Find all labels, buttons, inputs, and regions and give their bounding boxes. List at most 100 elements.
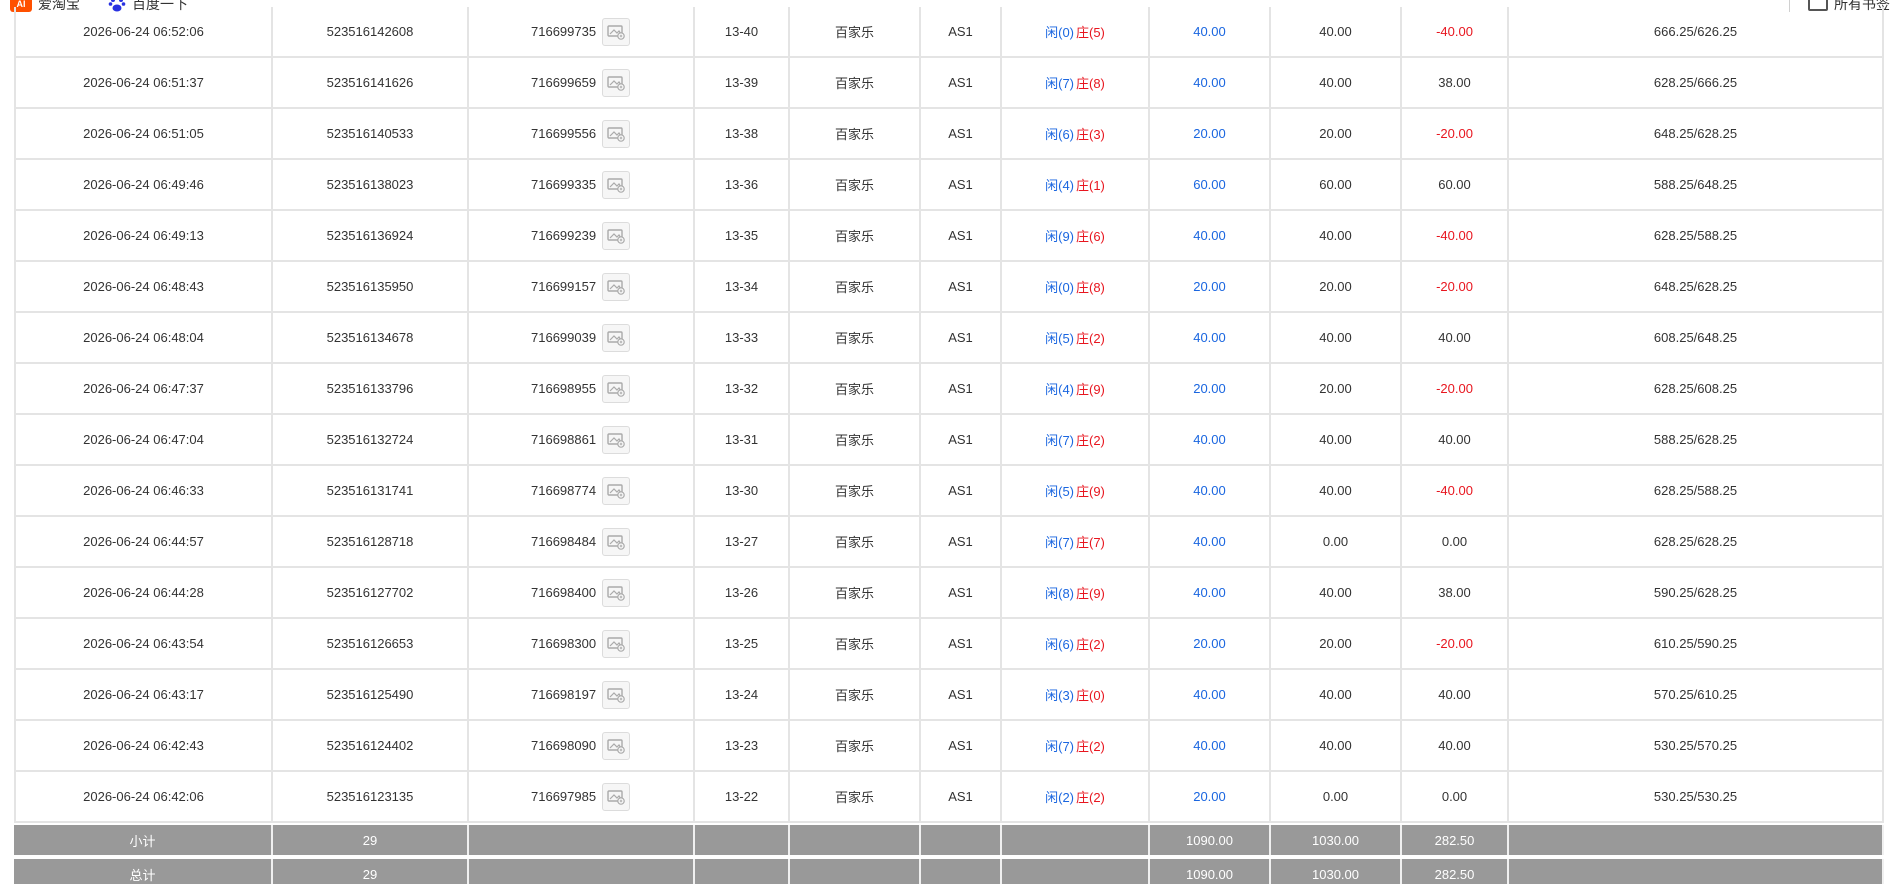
balance-cell: 530.25/570.25 <box>1509 721 1884 770</box>
table-cell: AS1 <box>921 7 1002 56</box>
banker-result: 庄(0) <box>1076 688 1105 703</box>
round-cell: 13-35 <box>695 211 790 260</box>
replay-screenshot-button[interactable] <box>602 221 631 250</box>
game-type-cell: 百家乐 <box>790 517 921 566</box>
replay-screenshot-button[interactable] <box>602 272 631 301</box>
replay-screenshot-button[interactable] <box>602 17 631 46</box>
replay-screenshot-button[interactable] <box>602 527 631 556</box>
banker-result: 庄(9) <box>1076 484 1105 499</box>
replay-screenshot-button[interactable] <box>602 782 631 811</box>
empty-cell <box>1002 859 1150 884</box>
replay-screenshot-button[interactable] <box>602 680 631 709</box>
empty-cell <box>469 825 695 855</box>
player-result: 闲(9) <box>1045 229 1074 244</box>
player-result: 闲(7) <box>1045 433 1074 448</box>
game-type-cell: 百家乐 <box>790 262 921 311</box>
balance-cell: 628.25/666.25 <box>1509 58 1884 107</box>
game-type-cell: 百家乐 <box>790 568 921 617</box>
table-cell: AS1 <box>921 517 1002 566</box>
replay-screenshot-button[interactable] <box>602 731 631 760</box>
order-number-cell: 523516123135 <box>273 772 469 821</box>
bet-amount-cell: 40.00 <box>1150 568 1271 617</box>
replay-screenshot-button[interactable] <box>602 374 631 403</box>
win-loss-cell: -40.00 <box>1402 466 1509 515</box>
total-row-label: 总计 <box>14 859 273 884</box>
table-cell: AS1 <box>921 415 1002 464</box>
replay-screenshot-button[interactable] <box>602 68 631 97</box>
banker-result: 庄(3) <box>1076 127 1105 142</box>
image-icon <box>607 585 625 601</box>
game-id: 716699335 <box>531 177 597 192</box>
table-row: 2026-06-24 06:51:37 523516141626 716699659… <box>14 58 1884 109</box>
replay-screenshot-button[interactable] <box>602 170 631 199</box>
empty-cell <box>790 859 921 884</box>
replay-screenshot-button[interactable] <box>602 476 631 505</box>
valid-bet-cell: 40.00 <box>1271 7 1402 56</box>
bet-amount-cell: 40.00 <box>1150 211 1271 260</box>
balance-cell: 530.25/530.25 <box>1509 772 1884 821</box>
replay-screenshot-button[interactable] <box>602 629 631 658</box>
total-row-count: 29 <box>273 859 469 884</box>
table-cell: AS1 <box>921 211 1002 260</box>
image-icon <box>607 483 625 499</box>
total-row: 总计 29 1090.00 1030.00 282.50 <box>14 859 1884 884</box>
image-icon <box>607 75 625 91</box>
round-cell: 13-24 <box>695 670 790 719</box>
win-loss-cell: 60.00 <box>1402 160 1509 209</box>
bet-time-cell: 2026-06-24 06:46:33 <box>14 466 273 515</box>
empty-cell <box>921 859 1002 884</box>
image-icon <box>607 330 625 346</box>
player-result: 闲(4) <box>1045 178 1074 193</box>
game-id-cell: 716699039 <box>469 313 695 362</box>
bet-amount-cell: 20.00 <box>1150 772 1271 821</box>
valid-bet-cell: 40.00 <box>1271 466 1402 515</box>
result-cell: 闲(0) 庄(8) <box>1002 262 1150 311</box>
replay-screenshot-button[interactable] <box>602 578 631 607</box>
game-type-cell: 百家乐 <box>790 364 921 413</box>
subtotal-row: 小计 29 1090.00 1030.00 282.50 <box>14 825 1884 855</box>
game-type-cell: 百家乐 <box>790 160 921 209</box>
banker-result: 庄(9) <box>1076 586 1105 601</box>
replay-screenshot-button[interactable] <box>602 425 631 454</box>
table-row: 2026-06-24 06:42:43 523516124402 716698090… <box>14 721 1884 772</box>
bet-time-cell: 2026-06-24 06:43:54 <box>14 619 273 668</box>
valid-bet-cell: 40.00 <box>1271 58 1402 107</box>
result-cell: 闲(7) 庄(8) <box>1002 58 1150 107</box>
replay-screenshot-button[interactable] <box>602 119 631 148</box>
result-cell: 闲(6) 庄(3) <box>1002 109 1150 158</box>
game-id-cell: 716698484 <box>469 517 695 566</box>
banker-result: 庄(1) <box>1076 178 1105 193</box>
round-cell: 13-34 <box>695 262 790 311</box>
subtotal-row-count: 29 <box>273 825 469 855</box>
total-row-valid: 1030.00 <box>1271 859 1402 884</box>
image-icon <box>607 279 625 295</box>
game-type-cell: 百家乐 <box>790 313 921 362</box>
valid-bet-cell: 20.00 <box>1271 262 1402 311</box>
table-row: 2026-06-24 06:48:04 523516134678 716699039… <box>14 313 1884 364</box>
result-cell: 闲(8) 庄(9) <box>1002 568 1150 617</box>
banker-result: 庄(2) <box>1076 331 1105 346</box>
player-result: 闲(6) <box>1045 127 1074 142</box>
replay-screenshot-button[interactable] <box>602 323 631 352</box>
result-cell: 闲(4) 庄(1) <box>1002 160 1150 209</box>
game-type-cell: 百家乐 <box>790 109 921 158</box>
balance-cell: 588.25/648.25 <box>1509 160 1884 209</box>
bet-time-cell: 2026-06-24 06:42:06 <box>14 772 273 821</box>
game-id-cell: 716699659 <box>469 58 695 107</box>
order-number-cell: 523516133796 <box>273 364 469 413</box>
balance-cell: 590.25/628.25 <box>1509 568 1884 617</box>
balance-cell: 628.25/628.25 <box>1509 517 1884 566</box>
bet-amount-cell: 40.00 <box>1150 58 1271 107</box>
result-cell: 闲(4) 庄(9) <box>1002 364 1150 413</box>
game-type-cell: 百家乐 <box>790 721 921 770</box>
table-cell: AS1 <box>921 262 1002 311</box>
order-number-cell: 523516141626 <box>273 58 469 107</box>
table-cell: AS1 <box>921 313 1002 362</box>
order-number-cell: 523516126653 <box>273 619 469 668</box>
game-type-cell: 百家乐 <box>790 211 921 260</box>
win-loss-cell: 38.00 <box>1402 568 1509 617</box>
game-type-cell: 百家乐 <box>790 619 921 668</box>
image-icon <box>607 126 625 142</box>
image-icon <box>607 24 625 40</box>
win-loss-cell: -40.00 <box>1402 211 1509 260</box>
